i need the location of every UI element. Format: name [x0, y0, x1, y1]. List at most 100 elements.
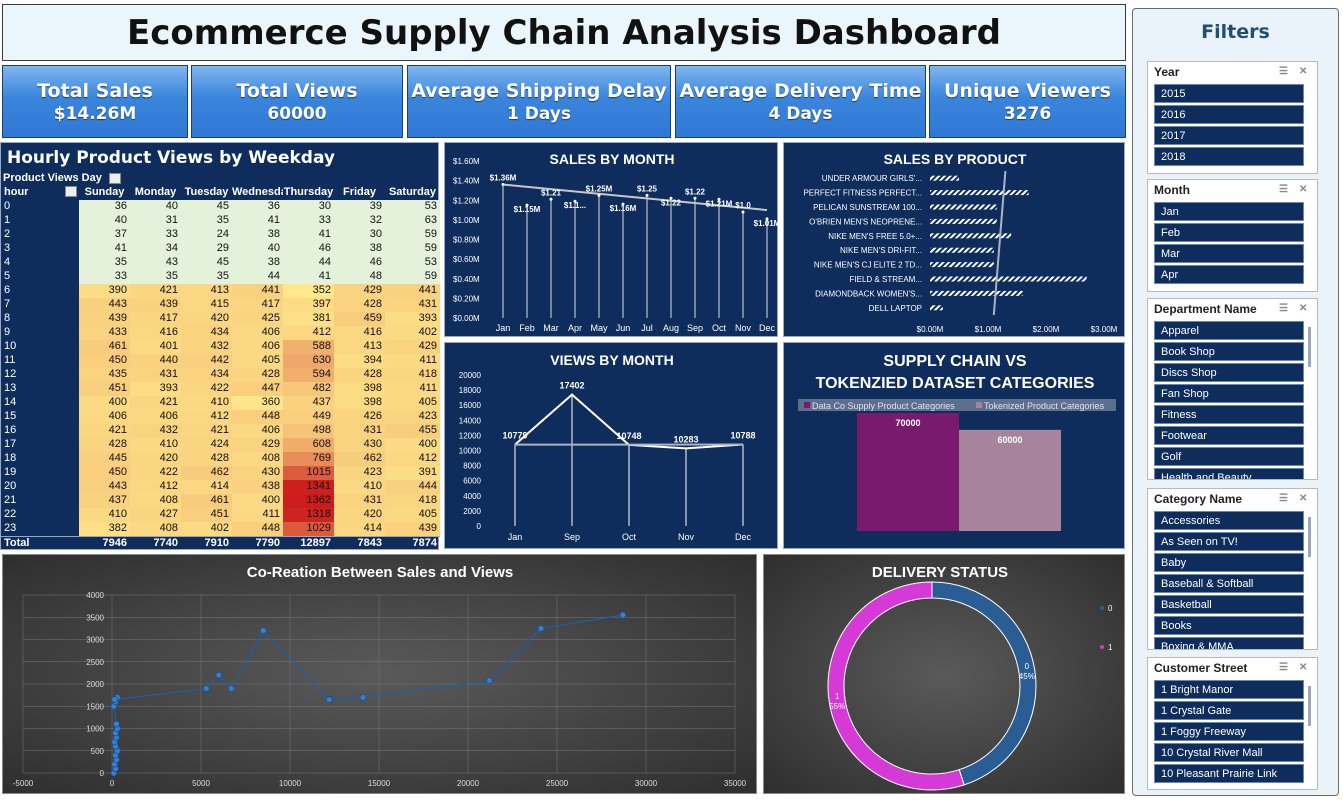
- slicer-scrollbar[interactable]: [1308, 327, 1311, 367]
- view-count-cell: 33: [79, 270, 130, 284]
- slicer-title: Department Name: [1154, 302, 1257, 316]
- slicer-item[interactable]: Apr: [1154, 265, 1304, 284]
- hour-label: 20: [4, 480, 17, 492]
- table-row: 21 437 408 461 400 1362 431 418: [1, 494, 440, 508]
- slicer-item[interactable]: Basketball: [1154, 595, 1304, 614]
- slicer-category-name: Category Name ☰ ✕ Accessories As Seen on TV!…: [1147, 488, 1318, 650]
- clear-filter-icon[interactable]: ✕: [1299, 493, 1311, 504]
- slicer-header: Department Name ☰ ✕: [1148, 299, 1317, 319]
- slicer-item[interactable]: 10 Pleasant Prairie Link: [1154, 764, 1304, 783]
- hour-label: 13: [4, 382, 17, 394]
- slicer-item[interactable]: Footwear: [1154, 426, 1304, 445]
- multi-select-icon[interactable]: ☰: [1279, 66, 1291, 77]
- slicer-item[interactable]: 2016: [1154, 105, 1304, 124]
- view-count-cell: 405: [232, 354, 283, 368]
- view-count-cell: 38: [232, 256, 283, 270]
- slicer-item[interactable]: Books: [1154, 616, 1304, 635]
- day-header: Thursday: [283, 186, 334, 198]
- multi-select-icon[interactable]: ☰: [1279, 184, 1291, 195]
- view-count-cell: 1362: [283, 494, 334, 508]
- multi-select-icon[interactable]: ☰: [1279, 493, 1291, 504]
- row-filter-dropdown[interactable]: [65, 186, 77, 197]
- slicer-item[interactable]: As Seen on TV!: [1154, 532, 1304, 551]
- slicer-item[interactable]: Discs Shop: [1154, 363, 1304, 382]
- slicer-item[interactable]: 2015: [1154, 84, 1304, 103]
- view-count-cell: 434: [181, 326, 232, 340]
- slicer-item[interactable]: Fitness: [1154, 405, 1304, 424]
- view-count-cell: 412: [181, 410, 232, 424]
- table-row: 23 382 408 402 448 1029 414 439: [1, 522, 440, 536]
- slice-percent-label: 45%: [1019, 672, 1035, 681]
- slicer-item[interactable]: Fan Shop: [1154, 384, 1304, 403]
- view-count-cell: 390: [79, 284, 130, 298]
- view-count-cell: 381: [283, 312, 334, 326]
- day-header: Friday: [342, 186, 376, 198]
- slicer-item[interactable]: 1 Crystal Gate: [1154, 701, 1304, 720]
- hour-label: 6: [4, 284, 11, 296]
- slicer-item[interactable]: Accessories: [1154, 511, 1304, 530]
- y-tick-label: $0.20M: [453, 294, 480, 303]
- x-tick-label: Mar: [543, 323, 559, 333]
- multi-select-icon[interactable]: ☰: [1279, 662, 1291, 673]
- view-count-cell: 439: [79, 312, 130, 326]
- view-count-cell: 1015: [283, 466, 334, 480]
- kpi-label: Average Delivery Time: [679, 79, 922, 102]
- x-tick-label: $1.00M: [975, 325, 1002, 334]
- x-tick-label: Dec: [759, 323, 776, 333]
- slicer-item[interactable]: Health and Beauty: [1154, 468, 1304, 479]
- correlation-svg: Co-Reation Between Sales and Views -5000 0…: [13, 564, 747, 788]
- slicer-item[interactable]: 1 Bright Manor: [1154, 680, 1304, 699]
- y-tick-label: 20000: [459, 371, 482, 380]
- y-tick-label: $1.00M: [453, 216, 480, 225]
- chart-title-line-1: SUPPLY CHAIN VS: [883, 353, 1026, 370]
- y-tick-label: 2000: [463, 507, 481, 516]
- slicer-item[interactable]: Baseball & Softball: [1154, 574, 1304, 593]
- view-count-cell: 44: [283, 256, 334, 270]
- slicer-item[interactable]: Apparel: [1154, 321, 1304, 340]
- view-count-cell: 430: [232, 466, 283, 480]
- clear-filter-icon[interactable]: ✕: [1299, 303, 1311, 314]
- clear-filter-icon[interactable]: ✕: [1299, 66, 1311, 77]
- column-filter-dropdown[interactable]: [108, 172, 121, 184]
- slicer-item[interactable]: 2017: [1154, 126, 1304, 145]
- view-count-cell: 441: [232, 284, 283, 298]
- view-count-cell: 423: [385, 410, 440, 424]
- slicer-item[interactable]: 1 Foggy Freeway: [1154, 722, 1304, 741]
- slicer-item[interactable]: Boxing & MMA: [1154, 637, 1304, 649]
- bar: [857, 413, 959, 531]
- slicer-item[interactable]: Feb: [1154, 223, 1304, 242]
- slicer-item[interactable]: Mar: [1154, 244, 1304, 263]
- slicer-item[interactable]: 10 Crystal River Mall: [1154, 743, 1304, 762]
- view-count-cell: 461: [79, 340, 130, 354]
- slicer-item[interactable]: Book Shop: [1154, 342, 1304, 361]
- x-tick-label: Sep: [687, 323, 703, 333]
- clear-filter-icon[interactable]: ✕: [1299, 662, 1311, 673]
- slicer-item[interactable]: Golf: [1154, 447, 1304, 466]
- view-count-cell: 428: [334, 368, 385, 382]
- view-count-cell: 38: [232, 228, 283, 242]
- clear-filter-icon[interactable]: ✕: [1299, 184, 1311, 195]
- chart-title: VIEWS BY MONTH: [550, 352, 673, 368]
- views-by-month-svg: VIEWS BY MONTH 0 2000 4000 6000 8000 10000 1200…: [459, 352, 756, 542]
- slicer-item[interactable]: Jan: [1154, 202, 1304, 221]
- x-tick-label: 0: [110, 779, 115, 788]
- category-label: O'BRIEN MEN'S NEOPRENE...: [809, 217, 922, 226]
- view-count-cell: 410: [181, 396, 232, 410]
- slicer-item[interactable]: 2018: [1154, 147, 1304, 166]
- hour-label: 8: [4, 312, 11, 324]
- table-row: 3 41 34 29 40 46 38 59: [1, 242, 440, 256]
- category-label: NIKE MEN'S DRI-FIT...: [840, 246, 922, 255]
- multi-select-icon[interactable]: ☰: [1279, 303, 1291, 314]
- hour-label: 12: [4, 368, 17, 380]
- view-count-cell: 421: [79, 424, 130, 438]
- view-count-cell: 417: [232, 298, 283, 312]
- chart-title: Co-Reation Between Sales and Views: [247, 564, 513, 581]
- slicer-scrollbar[interactable]: [1308, 517, 1311, 557]
- slicer-scrollbar[interactable]: [1308, 686, 1311, 726]
- x-tick-label: Oct: [622, 532, 637, 542]
- slicer-item[interactable]: Baby: [1154, 553, 1304, 572]
- category-label: DIAMONDBACK WOMEN'S...: [815, 289, 922, 298]
- view-count-cell: 462: [334, 452, 385, 466]
- legend-label: Data Co Supply Product Categories: [812, 401, 955, 411]
- data-label: 60000: [997, 435, 1022, 445]
